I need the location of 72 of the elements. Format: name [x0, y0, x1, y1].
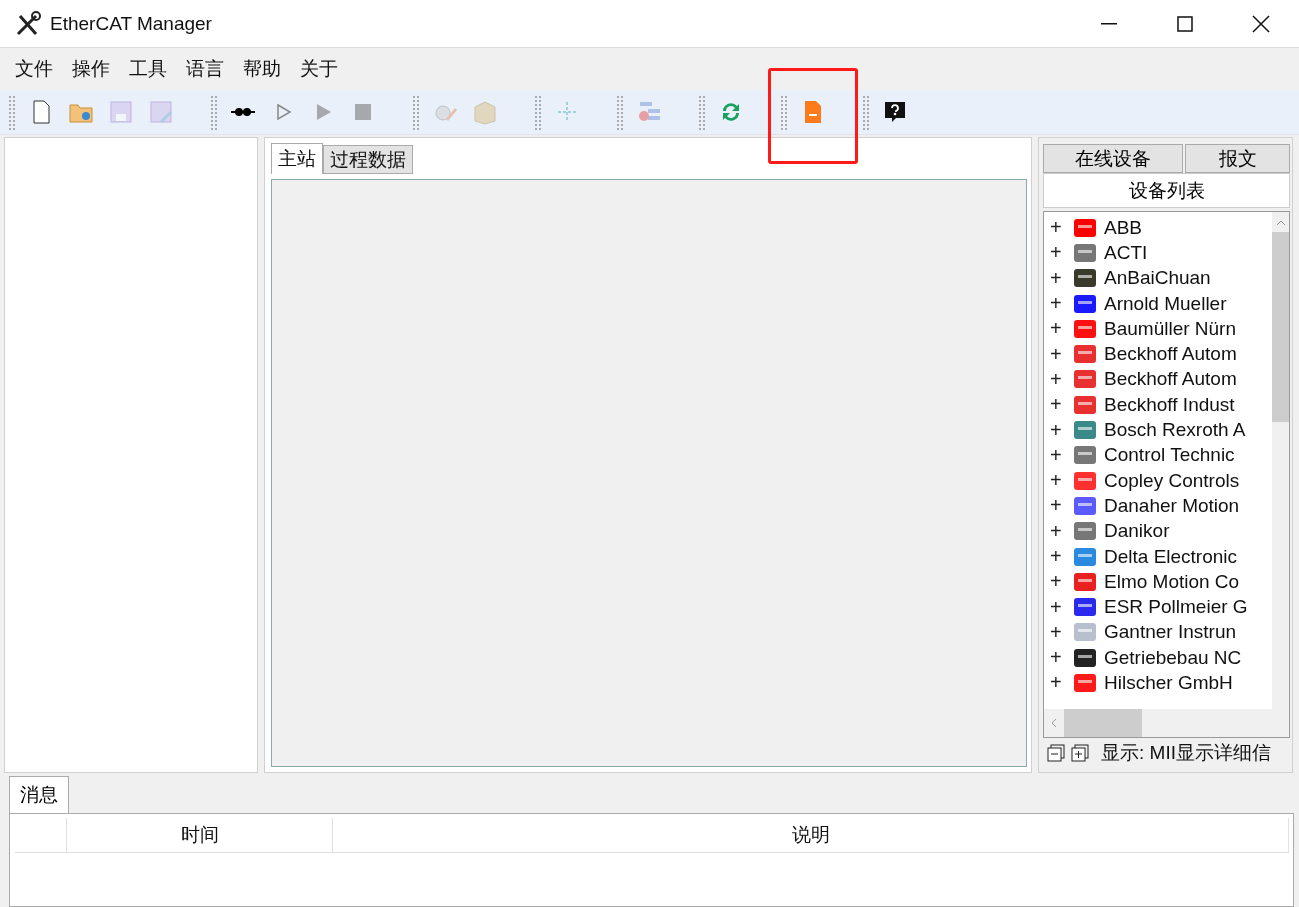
toolbar-grip-icon[interactable] [534, 94, 542, 130]
device-vendor[interactable]: Baumüller Nürn [1104, 317, 1236, 340]
column-header[interactable]: 说明 [333, 818, 1289, 852]
device-vendor[interactable]: Elmo Motion Co [1104, 570, 1240, 593]
toolbar-grip-icon[interactable] [210, 94, 218, 130]
vertical-scrollbar[interactable] [1272, 212, 1289, 709]
maximize-icon [1177, 15, 1193, 32]
device-vendor[interactable]: Danaher Motion [1104, 494, 1240, 517]
floppy-disk-pencil-icon [147, 99, 174, 125]
expand-toggle[interactable]: + [1050, 595, 1066, 619]
device-vendor[interactable]: ABB [1104, 216, 1143, 239]
toolbar-grip-icon[interactable] [862, 94, 870, 130]
tab[interactable]: 消息 [9, 776, 69, 813]
tab[interactable]: 在线设备 [1043, 144, 1184, 173]
device-vendor[interactable]: Bosch Rexroth A [1104, 419, 1246, 441]
expand-toggle[interactable]: + [1050, 519, 1066, 543]
list-header: 设备列表 [1043, 173, 1290, 208]
column-header[interactable]: 时间 [67, 818, 333, 852]
expand-toggle[interactable]: + [1050, 418, 1066, 442]
toolbar-grip-icon[interactable] [780, 94, 788, 130]
expand-toggle[interactable]: + [1050, 367, 1066, 391]
expand-toggle[interactable]: + [1050, 620, 1066, 644]
tools-icon [14, 9, 42, 38]
display-mode-label: 显示: MII显示详细信 [1101, 741, 1271, 765]
device-vendor[interactable]: Danikor [1104, 520, 1170, 543]
toolbar-grip-icon[interactable] [8, 94, 16, 130]
menu-item[interactable]: 帮助 [234, 56, 290, 82]
expand-toggle[interactable]: + [1050, 671, 1066, 695]
menu-item[interactable]: 操作 [63, 56, 119, 82]
device-vendor[interactable]: Getriebebau NC [1104, 646, 1242, 669]
device-vendor[interactable]: Beckhoff Autom [1104, 343, 1237, 366]
device-vendor[interactable]: AnBaiChuan [1104, 267, 1211, 290]
expand-toggle[interactable]: + [1050, 266, 1066, 290]
device-vendor[interactable]: Copley Controls [1104, 469, 1240, 492]
expand-toggle[interactable]: + [1050, 646, 1066, 670]
device-vendor[interactable]: Beckhoff Indust [1104, 393, 1235, 416]
box-icon [471, 99, 498, 125]
expand-all-icon[interactable] [1071, 744, 1089, 762]
device-vendor[interactable]: Control Technic [1104, 444, 1235, 467]
expand-toggle[interactable]: + [1050, 292, 1066, 316]
toolbar-grip-icon[interactable] [412, 94, 420, 130]
expand-toggle[interactable]: + [1050, 317, 1066, 341]
device-vendor[interactable]: Gantner Instrun [1104, 621, 1237, 644]
device-vendor[interactable]: Delta Electronic [1104, 545, 1238, 568]
close-icon [1252, 14, 1270, 33]
expand-toggle[interactable]: + [1050, 469, 1066, 493]
horizontal-scrollbar[interactable] [1044, 709, 1289, 737]
expand-toggle[interactable]: + [1050, 570, 1066, 594]
tab[interactable]: 报文 [1185, 144, 1290, 173]
tab[interactable]: 过程数据 [323, 145, 413, 174]
minimize-icon [1101, 22, 1117, 25]
toolbar-grip-icon[interactable] [698, 94, 706, 130]
device-vendor[interactable]: ESR Pollmeier G [1104, 596, 1248, 619]
toolbar-grip-icon[interactable] [616, 94, 624, 130]
expand-toggle[interactable]: + [1050, 241, 1066, 265]
expand-toggle[interactable]: + [1050, 216, 1066, 240]
device-vendor[interactable]: Arnold Mueller [1104, 292, 1227, 315]
device-vendor[interactable]: Beckhoff Autom [1104, 368, 1237, 391]
device-vendor[interactable]: ACTI [1104, 241, 1148, 264]
expand-toggle[interactable]: + [1050, 443, 1066, 467]
expand-toggle[interactable]: + [1050, 494, 1066, 518]
device-vendor[interactable]: Hilscher GmbH [1104, 672, 1233, 694]
menu-item[interactable]: 语言 [177, 56, 233, 82]
menu-item[interactable]: 文件 [6, 56, 62, 82]
window-title: EtherCAT Manager [50, 12, 212, 35]
expand-toggle[interactable]: + [1050, 393, 1066, 417]
menu-item[interactable]: 工具 [120, 56, 176, 82]
expand-toggle[interactable]: + [1050, 342, 1066, 366]
menu-item[interactable]: 关于 [291, 56, 347, 82]
tab[interactable]: 主站 [271, 143, 323, 174]
expand-toggle[interactable]: + [1050, 545, 1066, 568]
collapse-all-icon[interactable] [1047, 744, 1065, 762]
